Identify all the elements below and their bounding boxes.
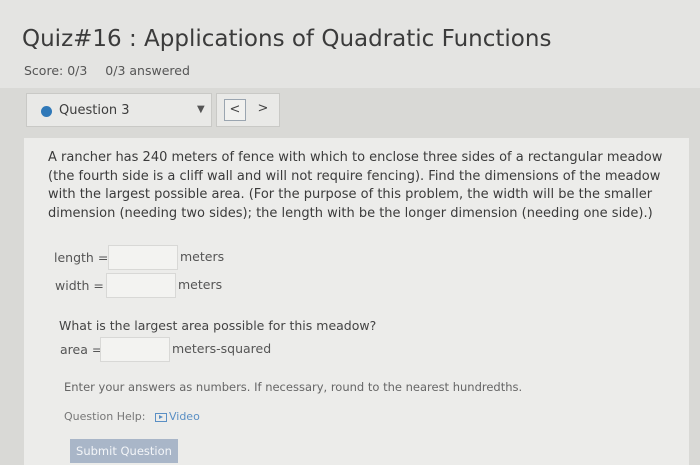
previous-question-button[interactable]: < [224,99,246,121]
length-unit: meters [180,249,225,264]
width-label: width = [55,278,104,293]
quiz-header: Quiz#16 : Applications of Quadratic Func… [0,0,700,88]
page-title: Quiz#16 : Applications of Quadratic Func… [22,26,552,52]
width-row: width = meters [54,273,254,299]
question-selector-label: Question 3 [59,103,130,118]
score-text: Score: 0/3 [24,63,88,78]
problem-text: A rancher has 240 meters of fence with w… [48,150,663,221]
question-pager: < > [216,93,280,127]
score-summary: Score: 0/3 0/3 answered [24,63,204,78]
length-label: length = [54,250,109,265]
area-unit: meters-squared [172,341,272,356]
answered-text: 0/3 answered [105,63,190,78]
length-row: length = meters [54,245,254,271]
answer-instructions: Enter your answers as numbers. If necess… [64,380,523,394]
video-icon [154,412,167,422]
area-input[interactable] [100,337,170,362]
length-input[interactable] [108,245,178,270]
width-input[interactable] [106,273,176,298]
area-label: area = [60,342,103,357]
area-question: What is the largest area possible for th… [59,318,377,333]
question-help-label: Question Help: [64,410,146,423]
question-card: A rancher has 240 meters of fence with w… [24,138,689,465]
width-unit: meters [178,277,223,292]
question-selector[interactable]: Question 3 ▼ [26,93,212,127]
submit-question-button[interactable]: Submit Question [70,439,178,463]
video-link-label: Video [168,410,200,423]
next-question-button[interactable]: > [252,99,274,121]
video-help-link[interactable]: Video [154,410,200,423]
chevron-down-icon: ▼ [197,104,205,115]
question-status-dot [41,106,52,117]
question-help: Question Help: Video [64,410,200,423]
area-row: area = meters-squared [60,337,320,363]
